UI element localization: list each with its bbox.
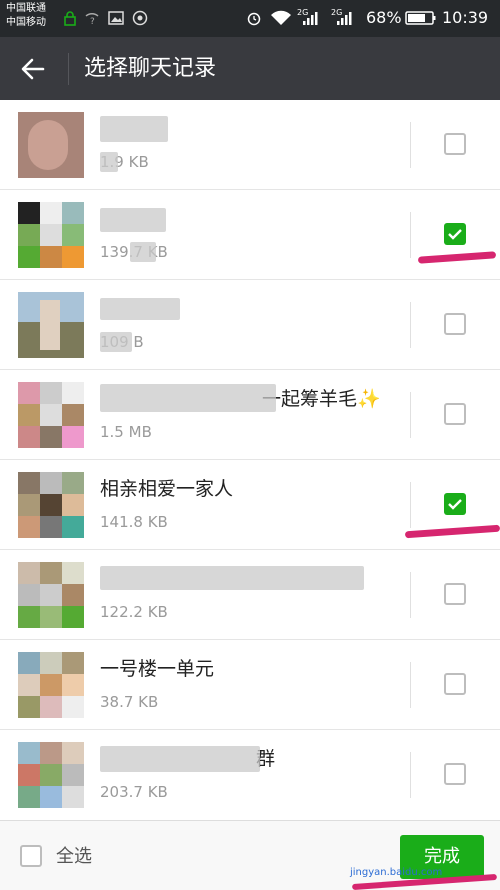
avatar bbox=[18, 112, 84, 178]
chat-checkbox[interactable] bbox=[444, 763, 466, 785]
chat-checkbox-checked[interactable] bbox=[444, 493, 466, 515]
chat-checkbox[interactable] bbox=[444, 133, 466, 155]
avatar bbox=[18, 742, 84, 808]
chat-size: 141.8 KB bbox=[100, 513, 168, 531]
image-icon bbox=[108, 11, 124, 25]
avatar bbox=[18, 562, 84, 628]
select-all-checkbox[interactable] bbox=[20, 845, 42, 867]
avatar bbox=[18, 652, 84, 718]
signal-icon-b bbox=[337, 12, 352, 25]
check-icon bbox=[448, 499, 462, 510]
chat-row[interactable]: 群 203.7 KB bbox=[0, 730, 500, 820]
battery-percent: 68% bbox=[366, 8, 402, 27]
chat-checkbox[interactable] bbox=[444, 403, 466, 425]
clock: 10:39 bbox=[442, 8, 489, 27]
watermark: jingyan.baidu.com bbox=[350, 867, 443, 878]
avatar bbox=[18, 382, 84, 448]
app-notification-icon bbox=[132, 10, 148, 26]
svg-text:?: ? bbox=[90, 17, 95, 26]
chat-row[interactable]: 109 B bbox=[0, 280, 500, 370]
chat-size: 122.2 KB bbox=[100, 603, 168, 621]
wifi-icon bbox=[271, 10, 291, 25]
back-arrow-icon[interactable] bbox=[18, 54, 48, 84]
carrier-1: 中国联通 bbox=[6, 3, 46, 14]
avatar bbox=[18, 202, 84, 268]
avatar bbox=[18, 472, 84, 538]
app-bar: 选择聊天记录 bbox=[0, 37, 500, 100]
app-bar-divider bbox=[68, 53, 69, 85]
chat-size: 203.7 KB bbox=[100, 783, 168, 801]
chat-checkbox[interactable] bbox=[444, 313, 466, 335]
battery-icon bbox=[405, 11, 436, 25]
chat-name: 一号楼一单元 bbox=[100, 658, 215, 680]
chat-name: 相亲相爱一家人 bbox=[100, 478, 234, 500]
alarm-icon bbox=[247, 12, 261, 26]
chat-row[interactable]: 一号楼一单元 38.7 KB bbox=[0, 640, 500, 730]
status-bar: 中国联通 中国移动 ? 2G 2G 68% 10:39 bbox=[0, 0, 500, 37]
chat-name: 一起筹羊毛✨ bbox=[262, 388, 381, 410]
chat-size: 1.5 MB bbox=[100, 423, 152, 441]
lock-icon bbox=[64, 11, 76, 26]
signal-icon-a bbox=[303, 12, 318, 25]
chat-size: 38.7 KB bbox=[100, 693, 159, 711]
chat-row[interactable]: 1.9 KB bbox=[0, 100, 500, 190]
chat-checkbox[interactable] bbox=[444, 673, 466, 695]
chat-list: 1.9 KB 139.7 KB B 一起筹羊毛✨ 1.5 MB 相亲相爱一家人 … bbox=[0, 100, 500, 820]
bottom-bar: 全选 完成 jingyan.baidu.com bbox=[0, 820, 500, 890]
select-all-label[interactable]: 全选 bbox=[56, 845, 92, 869]
avatar bbox=[18, 292, 84, 358]
check-icon bbox=[448, 229, 462, 240]
chat-row[interactable]: 122.2 KB bbox=[0, 550, 500, 640]
chat-row[interactable]: 一起筹羊毛✨ 1.5 MB bbox=[0, 370, 500, 460]
carrier-2: 中国移动 bbox=[6, 17, 46, 28]
page-title: 选择聊天记录 bbox=[84, 56, 217, 81]
chat-checkbox[interactable] bbox=[444, 583, 466, 605]
chat-checkbox-checked[interactable] bbox=[444, 223, 466, 245]
wifi-question-icon: ? bbox=[85, 12, 99, 26]
chat-row[interactable]: 139.7 KB bbox=[0, 190, 500, 280]
carrier-labels: 中国联通 中国移动 bbox=[6, 2, 46, 30]
